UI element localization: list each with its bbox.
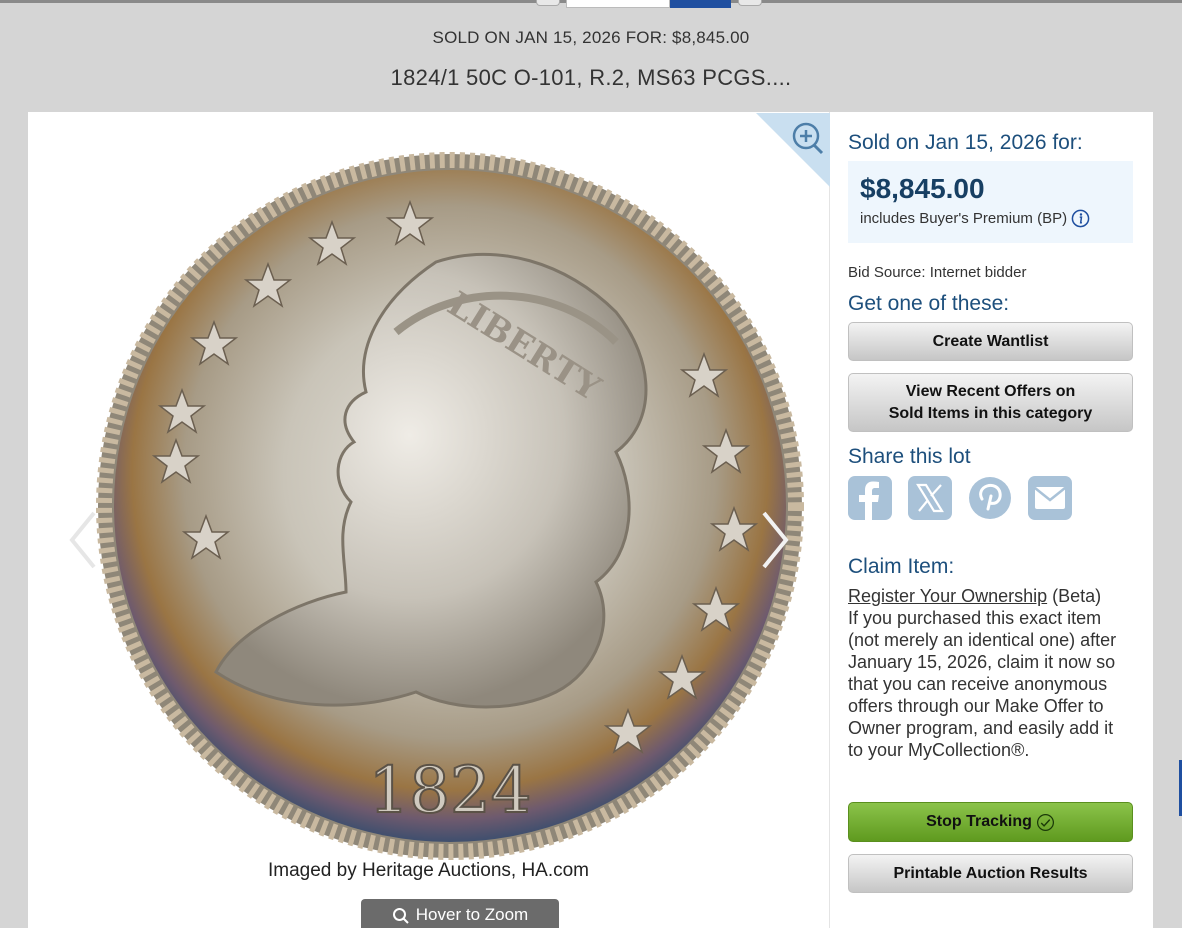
stop-tracking-button[interactable]: Stop Tracking: [848, 802, 1133, 842]
sold-header: Sold on Jan 15, 2026 for:: [848, 131, 1083, 154]
stop-tracking-label: Stop Tracking: [926, 813, 1032, 830]
coin-image[interactable]: LIBERTY 1824: [96, 152, 804, 860]
search-icon: [392, 908, 409, 924]
search-button[interactable]: [670, 0, 731, 8]
printable-auction-results-button[interactable]: Printable Auction Results: [848, 854, 1133, 893]
coin-illustration: LIBERTY 1824: [96, 152, 804, 860]
register-ownership-link[interactable]: Register Your Ownership: [848, 586, 1047, 606]
view-offers-line1: View Recent Offers on: [905, 382, 1076, 400]
panel-divider: [829, 112, 830, 928]
bp-note-text: includes Buyer's Premium (BP): [860, 210, 1068, 227]
lot-title: 1824/1 50C O-101, R.2, MS63 PCGS....: [390, 65, 792, 90]
create-wantlist-button[interactable]: Create Wantlist: [848, 322, 1133, 361]
zoom-in-icon[interactable]: [756, 113, 830, 187]
info-icon[interactable]: [1071, 209, 1090, 228]
view-offers-line2: Sold Items in this category: [888, 404, 1093, 422]
get-one-header: Get one of these:: [848, 292, 1010, 315]
svg-text:1824: 1824: [369, 754, 532, 828]
image-credit: Imaged by Heritage Auctions, HA.com: [267, 860, 590, 881]
sold-price: $8,845.00: [860, 173, 985, 204]
claim-text: If you purchased this exact item (not me…: [848, 608, 1117, 760]
price-box: $8,845.00 includes Buyer's Premium (BP): [848, 161, 1133, 243]
chevron-right-icon[interactable]: [758, 505, 792, 575]
email-icon[interactable]: [1028, 476, 1072, 520]
sold-summary: SOLD ON JAN 15, 2026 FOR: $8,845.00: [432, 28, 750, 47]
share-icons: [848, 476, 1133, 522]
claim-header: Claim Item:: [848, 555, 955, 578]
x-icon[interactable]: [908, 476, 952, 520]
pager-next-tab[interactable]: [738, 0, 762, 6]
bid-source: Bid Source: Internet bidder: [848, 264, 1027, 281]
chevron-left-icon[interactable]: [66, 505, 100, 575]
hover-to-zoom-button[interactable]: Hover to Zoom: [361, 899, 559, 928]
bp-note: includes Buyer's Premium (BP): [860, 209, 1121, 228]
view-recent-offers-button[interactable]: View Recent Offers on Sold Items in this…: [848, 373, 1133, 432]
search-input[interactable]: [566, 0, 670, 8]
beta-label: (Beta): [1047, 586, 1102, 606]
hover-to-zoom-label: Hover to Zoom: [415, 905, 529, 924]
pinterest-icon[interactable]: [968, 476, 1012, 520]
check-circle-icon: [1036, 813, 1054, 831]
pager-prev-tab[interactable]: [536, 0, 560, 6]
claim-description: Register Your Ownership (Beta) If you pu…: [848, 585, 1133, 761]
share-header: Share this lot: [848, 445, 971, 468]
facebook-icon[interactable]: [848, 476, 892, 520]
